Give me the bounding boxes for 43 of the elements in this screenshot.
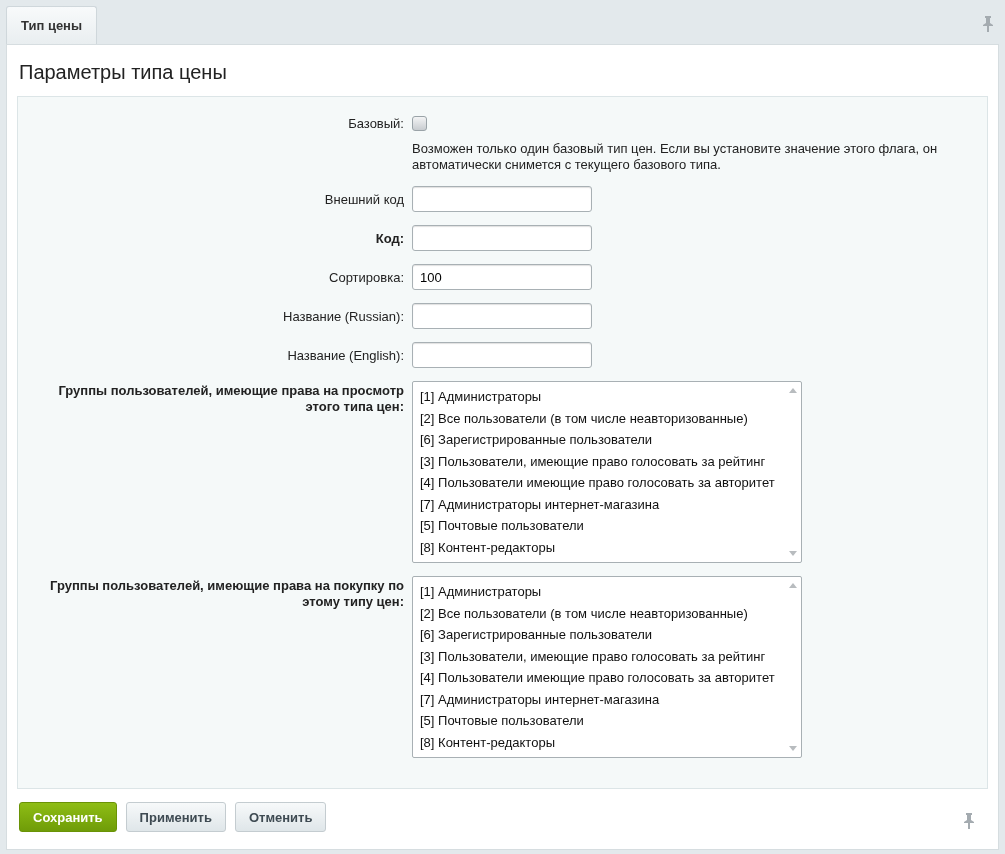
list-option[interactable]: [6] Зарегистрированные пользователи (420, 624, 784, 646)
list-option[interactable]: [5] Почтовые пользователи (420, 710, 784, 732)
list-option[interactable]: [8] Контент-редакторы (420, 536, 784, 559)
list-option[interactable]: [7] Администраторы интернет-магазина (420, 688, 784, 711)
list-option[interactable]: [2] Все пользователи (в том числе неавторизованные) (420, 602, 784, 625)
pin-icon[interactable] (964, 813, 974, 829)
checkbox[interactable] (412, 116, 427, 132)
input-field[interactable]: 100 (412, 264, 592, 291)
list-option[interactable]: [3] Пользователи, имеющие право голосовать за рейтинг (420, 450, 784, 473)
list-option[interactable]: [1] Администраторы (420, 386, 784, 408)
scroll-up-icon[interactable] (788, 388, 797, 394)
pin-icon[interactable] (983, 16, 993, 32)
action-button[interactable]: Отменить (234, 802, 327, 832)
input-field[interactable] (412, 342, 592, 369)
form-title: Параметры типа цены (18, 60, 228, 85)
field-label: Группы пользователей, имеющие права на просмотр этого типа цен: (57, 382, 405, 416)
field-label: Код: (374, 230, 405, 246)
field-label: Сортировка: (328, 269, 405, 285)
input-field[interactable] (412, 303, 592, 330)
list-box[interactable] (412, 576, 802, 759)
list-box[interactable] (412, 381, 802, 564)
field-label: Группы пользователей, имеющие права на покупку по этому типу цен: (49, 577, 405, 611)
field-label: Название (Russian): (282, 308, 405, 324)
input-field[interactable] (412, 186, 592, 213)
list-option[interactable]: [8] Контент-редакторы (420, 731, 784, 754)
field-label: Внешний код (323, 191, 405, 207)
list-option[interactable]: [7] Администраторы интернет-магазина (420, 493, 784, 516)
tab[interactable]: Тип цены (6, 6, 98, 44)
action-button[interactable]: Применить (125, 802, 226, 832)
list-option[interactable]: [2] Все пользователи (в том числе неавторизованные) (420, 407, 784, 430)
list-option[interactable]: [5] Почтовые пользователи (420, 515, 784, 537)
input-field[interactable] (412, 225, 592, 252)
field-label: Название (English): (286, 347, 405, 363)
list-option[interactable]: [1] Администраторы (420, 581, 784, 603)
list-option[interactable]: [4] Пользователи имеющие право голосовать за авторитет (420, 667, 784, 689)
scroll-down-icon[interactable] (788, 551, 797, 557)
list-option[interactable]: [4] Пользователи имеющие право голосовать за авторитет (420, 472, 784, 494)
scroll-up-icon[interactable] (788, 583, 797, 589)
hint-text: Возможен только один базовый тип цен. Если вы установите значение этого флага, он автоматически снимется с текущего базового типа. (412, 141, 939, 174)
scroll-down-icon[interactable] (788, 746, 797, 752)
field-label: Базовый: (347, 115, 405, 131)
list-option[interactable]: [6] Зарегистрированные пользователи (420, 429, 784, 451)
list-option[interactable]: [3] Пользователи, имеющие право голосовать за рейтинг (420, 645, 784, 668)
